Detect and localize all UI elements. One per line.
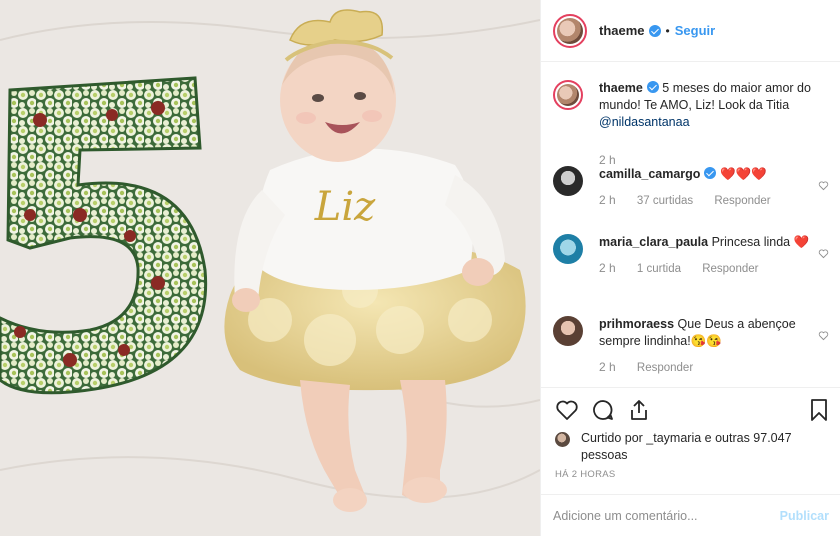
post-sidebar: thaeme • Seguir thaeme 5 meses do maior … (540, 0, 840, 536)
caption-username[interactable]: thaeme (599, 81, 643, 95)
avatar[interactable] (553, 166, 583, 196)
comment-text: prihmoraess Que Deus a abençoe sempre li… (599, 316, 829, 350)
comment-username[interactable]: prihmoraess (599, 317, 674, 331)
comments-section[interactable]: thaeme 5 meses do maior amor do mundo! T… (541, 62, 840, 388)
heart-icon[interactable] (555, 398, 579, 422)
avatar[interactable] (553, 316, 583, 346)
comment-item: camilla_camargo ❤️❤️❤️ 2 h 37 curtidas R… (553, 166, 829, 207)
post-photo[interactable]: Liz (0, 0, 540, 536)
comment-text: camilla_camargo ❤️❤️❤️ (599, 166, 829, 183)
comment-time[interactable]: 2 h (599, 193, 616, 207)
comment-username[interactable]: maria_clara_paula (599, 235, 708, 249)
action-icons (555, 398, 831, 424)
liked-by-avatar (555, 432, 570, 447)
flower-number-five (0, 76, 208, 395)
reply-button[interactable]: Responder (702, 263, 758, 275)
bookmark-icon[interactable] (807, 398, 831, 422)
caption-text: thaeme 5 meses do maior amor do mundo! T… (599, 80, 829, 131)
verified-badge-icon (648, 24, 661, 37)
post-actions: Curtido por _taymaria e outras 97.047 pe… (541, 388, 840, 536)
publish-button[interactable]: Publicar (780, 509, 829, 523)
shirt-text: Liz (314, 184, 376, 230)
comment-text: maria_clara_paula Princesa linda ❤️ (599, 234, 829, 251)
follow-button[interactable]: Seguir (675, 23, 715, 38)
comment-time[interactable]: 2 h (599, 360, 616, 374)
caption-mention[interactable]: @nildasantanaa (599, 115, 690, 129)
comment-like-heart-icon[interactable] (818, 330, 829, 341)
comment-item: maria_clara_paula Princesa linda ❤️ 2 h … (553, 234, 829, 275)
post-username[interactable]: thaeme (599, 23, 645, 38)
liked-by-text[interactable]: Curtido por _taymaria e outras 97.047 pe… (581, 430, 840, 464)
comment-meta: 2 h Responder (599, 360, 829, 374)
comment-icon[interactable] (591, 398, 615, 422)
separator: • (665, 23, 670, 38)
post-header: thaeme • Seguir (541, 0, 840, 62)
reply-button[interactable]: Responder (714, 195, 770, 207)
comment-body: ❤️❤️❤️ (719, 167, 767, 181)
comment-likes[interactable]: 1 curtida (637, 263, 681, 275)
add-comment-input[interactable] (553, 508, 780, 523)
reply-button[interactable]: Responder (637, 362, 693, 374)
add-comment-bar: Publicar (541, 494, 840, 536)
comment-likes[interactable]: 37 curtidas (637, 195, 693, 207)
caption: thaeme 5 meses do maior amor do mundo! T… (553, 80, 829, 167)
comment-meta: 2 h 1 curtida Responder (599, 261, 829, 275)
share-icon[interactable] (627, 398, 651, 422)
avatar-image (557, 17, 583, 44)
comment-item: prihmoraess Que Deus a abençoe sempre li… (553, 316, 829, 374)
comment-username[interactable]: camilla_camargo (599, 167, 700, 181)
caption-meta: 2 h (599, 153, 829, 167)
caption-time[interactable]: 2 h (599, 153, 616, 167)
comment-like-heart-icon[interactable] (818, 248, 829, 259)
baby-photo-illustration: Liz (0, 0, 540, 536)
liked-by[interactable]: Curtido por _taymaria e outras 97.047 pe… (555, 430, 840, 464)
comment-like-heart-icon[interactable] (818, 180, 829, 191)
avatar[interactable] (553, 13, 587, 48)
verified-badge-icon (646, 81, 659, 93)
comment-time[interactable]: 2 h (599, 261, 616, 275)
posted-ago[interactable]: HÁ 2 HORAS (555, 469, 616, 480)
avatar[interactable] (553, 234, 583, 264)
avatar-image (557, 84, 579, 106)
instagram-post: Liz thaeme • Seguir thaeme 5 meses do ma… (0, 0, 840, 536)
avatar[interactable] (553, 80, 583, 110)
comment-body: Princesa linda ❤️ (711, 235, 810, 249)
comment-meta: 2 h 37 curtidas Responder (599, 193, 829, 207)
verified-badge-icon (704, 167, 717, 179)
